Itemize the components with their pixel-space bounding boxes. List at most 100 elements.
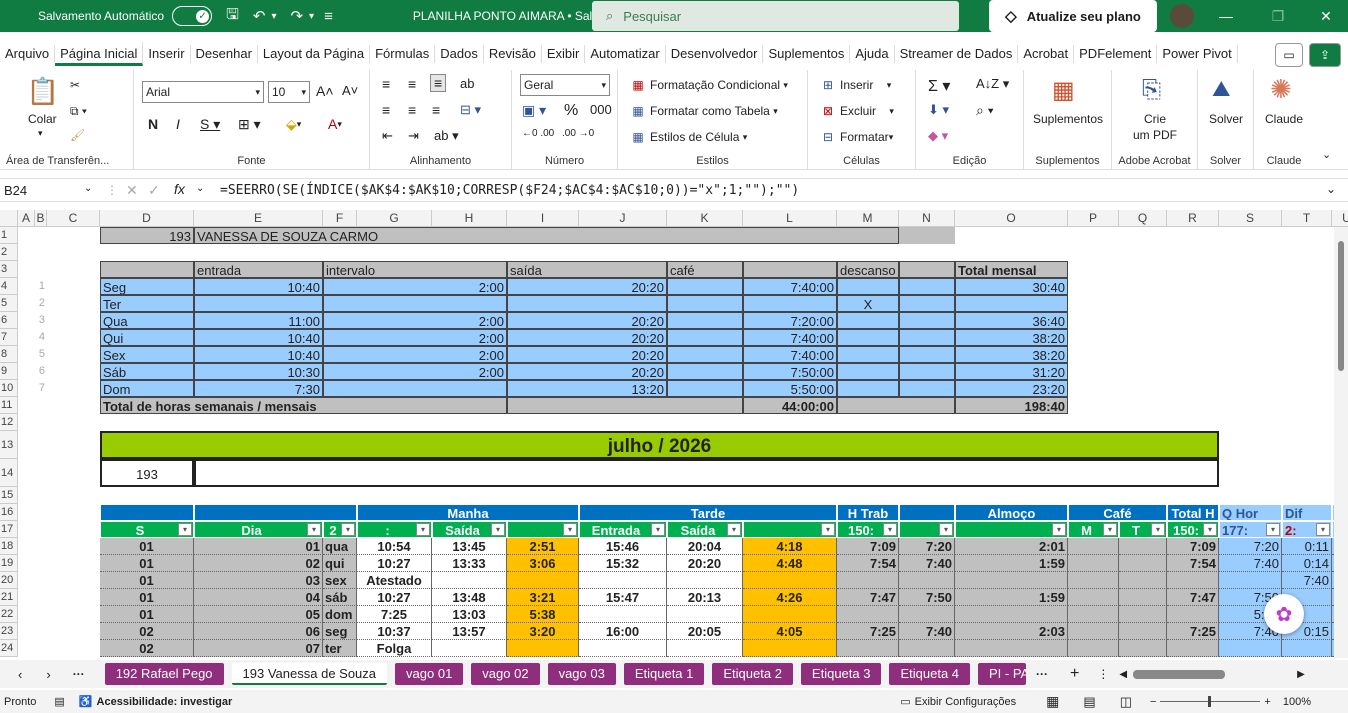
row-header[interactable]: 18 — [0, 538, 18, 555]
tab-pdfelement[interactable]: PDFelement — [1074, 45, 1158, 63]
cell[interactable] — [1068, 640, 1119, 657]
cell-h-trab[interactable] — [837, 606, 899, 623]
cell-styles-button[interactable]: ▦ Estilos de Célula ▾ — [630, 130, 747, 144]
filter-dropdown-icon[interactable]: ▾ — [727, 523, 741, 536]
autosave-toggle[interactable]: ✓ — [172, 6, 213, 26]
cell-tarde-saida[interactable]: 20:20 — [667, 555, 743, 572]
next-sheet-icon[interactable]: › — [46, 667, 50, 682]
cell-week[interactable]: 02 — [100, 623, 194, 640]
cell[interactable] — [899, 363, 955, 380]
row-header[interactable]: 13 — [0, 431, 18, 459]
display-settings-icon[interactable]: ▭ — [900, 695, 910, 708]
cell-intervalo[interactable]: 2:00 — [323, 346, 507, 363]
row-header[interactable]: 7 — [0, 329, 18, 346]
chevron-down-icon[interactable]: ⌄ — [84, 183, 92, 194]
cell-descanso[interactable] — [837, 329, 899, 346]
cell-day[interactable]: 07 — [194, 640, 323, 657]
cell-weekday[interactable]: ter — [323, 640, 357, 657]
cell-tarde-saida[interactable]: 20:04 — [667, 538, 743, 555]
cell-tarde-total[interactable]: 4:18 — [743, 538, 837, 555]
cell-dif[interactable]: 0:11 — [1282, 538, 1332, 555]
cell[interactable] — [743, 261, 837, 278]
upgrade-button[interactable]: ◇ Atualize seu plano — [989, 0, 1157, 32]
filter-dropdown-icon[interactable]: ▾ — [178, 523, 192, 536]
clear-icon[interactable]: ◆ ▾ — [928, 128, 948, 144]
cell-saida[interactable] — [507, 295, 667, 312]
employee-name[interactable]: VANESSA DE SOUZA CARMO — [194, 227, 899, 244]
cell-descanso[interactable] — [837, 380, 899, 397]
cell-day[interactable]: 02 — [194, 555, 323, 572]
font-size-select[interactable]: 10 ▾ — [268, 81, 310, 103]
weekly-total[interactable]: 44:00:00 — [743, 397, 837, 414]
section-cafe[interactable]: Café — [1068, 504, 1167, 521]
avatar[interactable] — [1170, 4, 1194, 28]
row-header[interactable]: 16 — [0, 504, 18, 521]
page-break-icon[interactable]: ◫ — [1120, 694, 1132, 710]
tab-pagina-inicial[interactable]: Página Inicial — [55, 42, 144, 66]
header-saida[interactable]: saída — [507, 261, 667, 278]
cell-tarde-saida[interactable] — [667, 640, 743, 657]
column-header[interactable]: P — [1068, 210, 1119, 227]
cell-manha-total[interactable]: 5:38 — [507, 606, 579, 623]
cell-descanso[interactable] — [837, 346, 899, 363]
increase-indent-icon[interactable]: ⇥ — [408, 128, 419, 144]
tab-layout[interactable]: Layout da Página — [258, 45, 371, 63]
cell-total-mensal[interactable]: 30:40 — [955, 278, 1068, 295]
cell-tarde-total[interactable] — [743, 640, 837, 657]
cell-almoco[interactable] — [955, 640, 1068, 657]
restore-icon[interactable]: ❐ — [1258, 0, 1298, 32]
accessibility-icon[interactable]: ♿ — [79, 695, 93, 708]
cell-entrada[interactable] — [194, 295, 323, 312]
cell-manha-saida[interactable] — [432, 572, 507, 589]
add-sheet-icon[interactable]: + — [1070, 665, 1079, 683]
tab-revisao[interactable]: Revisão — [484, 45, 542, 63]
percent-icon[interactable]: % — [564, 102, 578, 120]
cell-weekday[interactable]: sex — [323, 572, 357, 589]
undo-icon[interactable]: ↶ — [253, 7, 266, 25]
filter-header[interactable]: Dia — [194, 521, 323, 538]
borders-icon[interactable]: ⊞ ▾ — [238, 116, 261, 133]
cell-tarde-total[interactable]: 4:26 — [743, 589, 837, 606]
formula-input[interactable]: =SEERRO(SE(ÍNDICE($AK$4:$AK$10;CORRESP($… — [220, 181, 799, 201]
sheet-tab[interactable]: Etiqueta 2 — [712, 663, 793, 685]
cell-horas[interactable]: 7:40:00 — [743, 329, 837, 346]
cell-day[interactable]: 06 — [194, 623, 323, 640]
tab-desenvolvedor[interactable]: Desenvolvedor — [666, 45, 764, 63]
worksheet-grid[interactable]: A B C D E F G H I J K L M N O P Q R S T U 1 2 3 4 5 6 7 8 9 10 11 12 13 14… — [0, 210, 1348, 658]
cell-manha-total[interactable] — [507, 572, 579, 589]
wrap-text-icon[interactable]: ab — [460, 76, 474, 91]
document-title[interactable]: PLANILHA PONTO AIMARA • Salvo — [413, 9, 605, 23]
insert-button[interactable]: ⊞ Inserir ▾ — [820, 78, 891, 92]
section-total-h[interactable]: Total H — [1167, 504, 1219, 521]
cell-tarde-total[interactable]: 4:48 — [743, 555, 837, 572]
cell-manha-total[interactable]: 3:21 — [507, 589, 579, 606]
cell-weekday[interactable]: qua — [323, 538, 357, 555]
delete-button[interactable]: ⊠ Excluir ▾ — [820, 104, 894, 118]
cell-h-trab[interactable]: 7:25 — [837, 623, 899, 640]
zoom-in-icon[interactable]: + — [1264, 696, 1270, 708]
save-icon[interactable]: 🖫 — [226, 4, 239, 29]
cell-horas[interactable]: 5:50:00 — [743, 380, 837, 397]
cell-manha-entrada[interactable]: 10:54 — [357, 538, 432, 555]
decrease-indent-icon[interactable]: ⇤ — [382, 128, 393, 144]
solver-icon[interactable]: ⛰ — [1212, 76, 1230, 102]
row-header[interactable]: 21 — [0, 589, 18, 606]
cell-intervalo[interactable] — [323, 295, 507, 312]
normal-view-icon[interactable]: ▦ — [1046, 693, 1059, 710]
cell-horas[interactable] — [743, 295, 837, 312]
cell-almoco[interactable]: 1:59 — [955, 589, 1068, 606]
cell-weekday[interactable]: dom — [323, 606, 357, 623]
cell-week[interactable]: 02 — [100, 640, 194, 657]
cell-manha-entrada[interactable]: Folga — [357, 640, 432, 657]
share-icon[interactable]: ⇪ — [1309, 43, 1341, 67]
row-header[interactable]: 22 — [0, 606, 18, 623]
cell-almoco[interactable] — [955, 606, 1068, 623]
row-header[interactable]: 12 — [0, 414, 18, 431]
column-header[interactable]: M — [837, 210, 899, 227]
cell-n[interactable]: 7:20 — [899, 538, 955, 555]
row-header[interactable]: 15 — [0, 487, 18, 504]
weekday-index[interactable]: 2 — [35, 295, 47, 312]
cell-almoco[interactable]: 2:03 — [955, 623, 1068, 640]
sheet-tab[interactable]: vago 01 — [395, 663, 464, 685]
column-header[interactable]: J — [579, 210, 667, 227]
